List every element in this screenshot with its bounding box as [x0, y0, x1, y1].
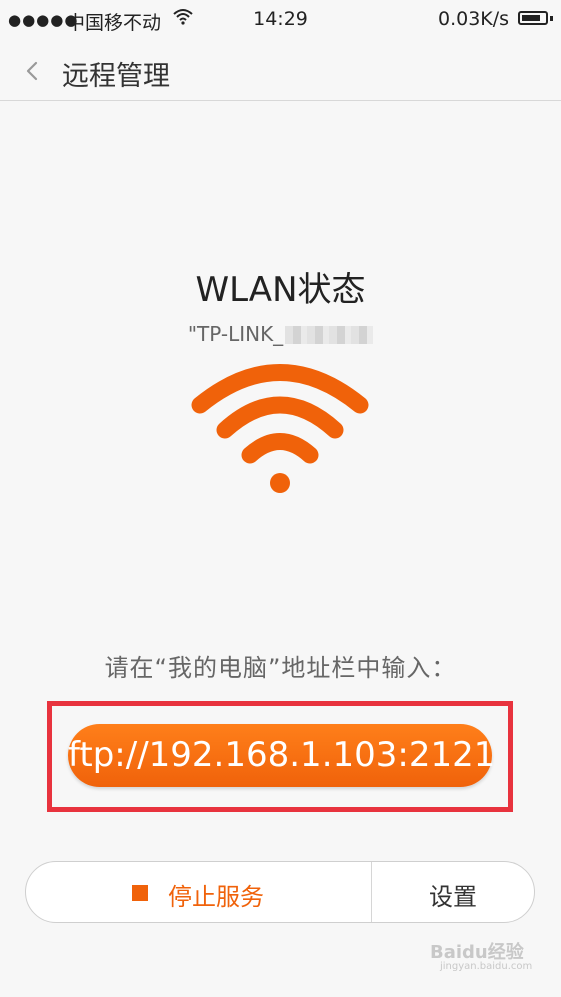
wifi-signal-icon — [191, 364, 369, 493]
wlan-status-title: WLAN状态 — [195, 270, 366, 310]
battery-level-fill — [522, 15, 540, 21]
page-title: 远程管理 — [62, 61, 170, 92]
battery-icon — [518, 11, 548, 25]
address-prompt: 请在“我的电脑”地址栏中输入： — [104, 654, 457, 682]
ssid-redacted-mask — [285, 326, 374, 344]
stop-service-button[interactable]: 停止服务 — [26, 862, 371, 922]
baidu-watermark-url: jingyan.baidu.com — [440, 961, 533, 972]
ssid-text: "TP-LINK_ — [187, 322, 284, 346]
stop-service-label: 停止服务 — [168, 883, 264, 911]
action-bar: 停止服务 设置 — [25, 861, 535, 923]
battery-tip — [550, 16, 553, 21]
stop-icon — [132, 885, 148, 901]
ftp-address-button[interactable]: ftp://192.168.1.103:2121 — [68, 724, 495, 787]
back-chevron-icon[interactable] — [20, 56, 46, 86]
status-bar: ●●●●● 中国移不动 14:29 0.03K/s — [0, 0, 561, 40]
navigation-bar: 远程管理 — [0, 40, 561, 101]
wifi-ssid: "TP-LINK_ — [0, 322, 561, 346]
network-speed: 0.03K/s — [438, 8, 510, 30]
settings-label: 设置 — [429, 883, 477, 911]
settings-button[interactable]: 设置 — [372, 862, 534, 922]
